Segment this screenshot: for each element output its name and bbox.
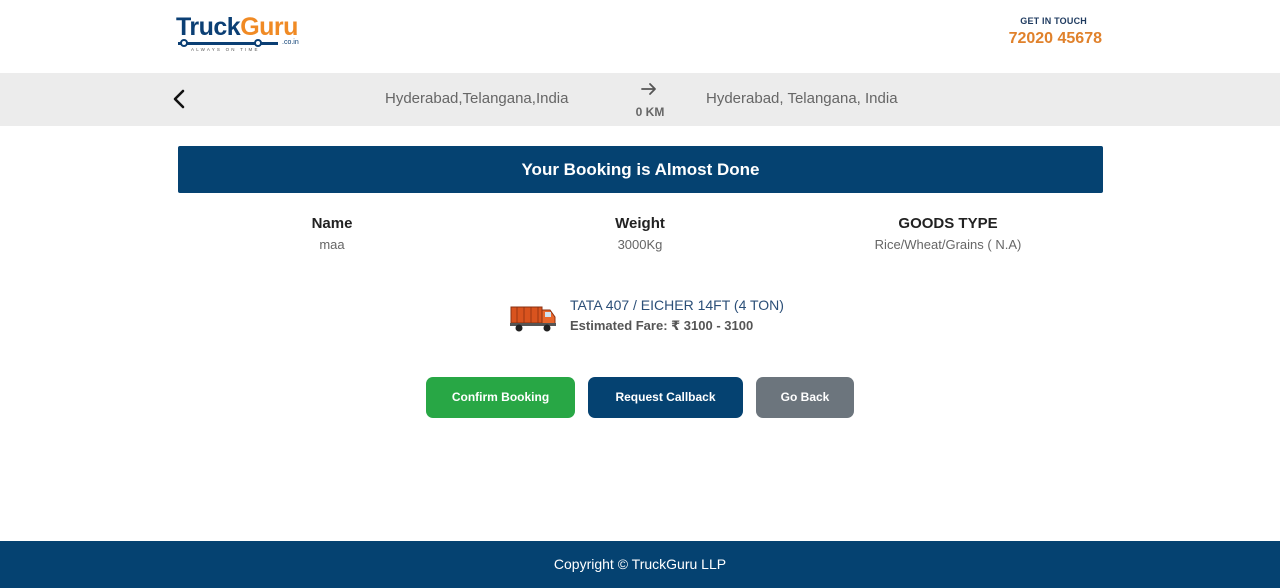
- back-arrow-button[interactable]: [168, 87, 192, 111]
- booking-banner: Your Booking is Almost Done: [178, 146, 1103, 193]
- detail-label: GOODS TYPE: [898, 215, 998, 232]
- logo-guru-text: Guru: [240, 13, 298, 41]
- truck-icon: [510, 306, 556, 332]
- estimated-fare: Estimated Fare: ₹ 3100 - 3100: [570, 318, 754, 333]
- logo-wheel-icon: [180, 39, 188, 47]
- detail-value: Rice/Wheat/Grains ( N.A): [874, 237, 1022, 252]
- detail-label: Name: [311, 215, 353, 232]
- contact-phone[interactable]: 72020 45678: [1009, 30, 1102, 48]
- detail-goods-type: GOODS TYPE Rice/Wheat/Grains ( N.A): [828, 214, 1068, 253]
- logo-truck-text: Truck: [176, 13, 241, 41]
- site-header: TruckGuru .co.in ALWAYS ON TIME GET IN T…: [0, 0, 1280, 73]
- logo-truck-bar: [178, 42, 278, 45]
- route-destination: Hyderabad, Telangana, India: [706, 90, 898, 107]
- logo-wheel-icon: [254, 39, 262, 47]
- detail-name: Name maa: [212, 214, 452, 253]
- detail-value: maa: [319, 237, 345, 252]
- detail-value: 3000Kg: [617, 237, 663, 252]
- chevron-left-icon: [173, 89, 185, 109]
- truckguru-logo[interactable]: TruckGuru .co.in ALWAYS ON TIME: [176, 12, 300, 54]
- contact-label: GET IN TOUCH: [1020, 16, 1087, 26]
- vehicle-name: TATA 407 / EICHER 14FT (4 TON): [570, 297, 784, 313]
- logo-wordmark: TruckGuru: [176, 12, 298, 42]
- route-distance: 0 KM: [635, 105, 665, 119]
- logo-tagline: ALWAYS ON TIME: [191, 47, 260, 52]
- detail-label: Weight: [615, 215, 665, 232]
- confirm-booking-button[interactable]: Confirm Booking: [426, 377, 575, 418]
- route-bar: Hyderabad,Telangana,India 0 KM Hyderabad…: [0, 73, 1280, 126]
- go-back-button[interactable]: Go Back: [756, 377, 854, 418]
- site-footer: Copyright © TruckGuru LLP: [0, 541, 1280, 588]
- route-origin: Hyderabad,Telangana,India: [385, 90, 569, 107]
- detail-weight: Weight 3000Kg: [520, 214, 760, 253]
- arrow-right-icon: [641, 83, 656, 95]
- copyright-text: Copyright © TruckGuru LLP: [553, 556, 727, 572]
- request-callback-button[interactable]: Request Callback: [588, 377, 743, 418]
- logo-domain-suffix: .co.in: [282, 39, 299, 46]
